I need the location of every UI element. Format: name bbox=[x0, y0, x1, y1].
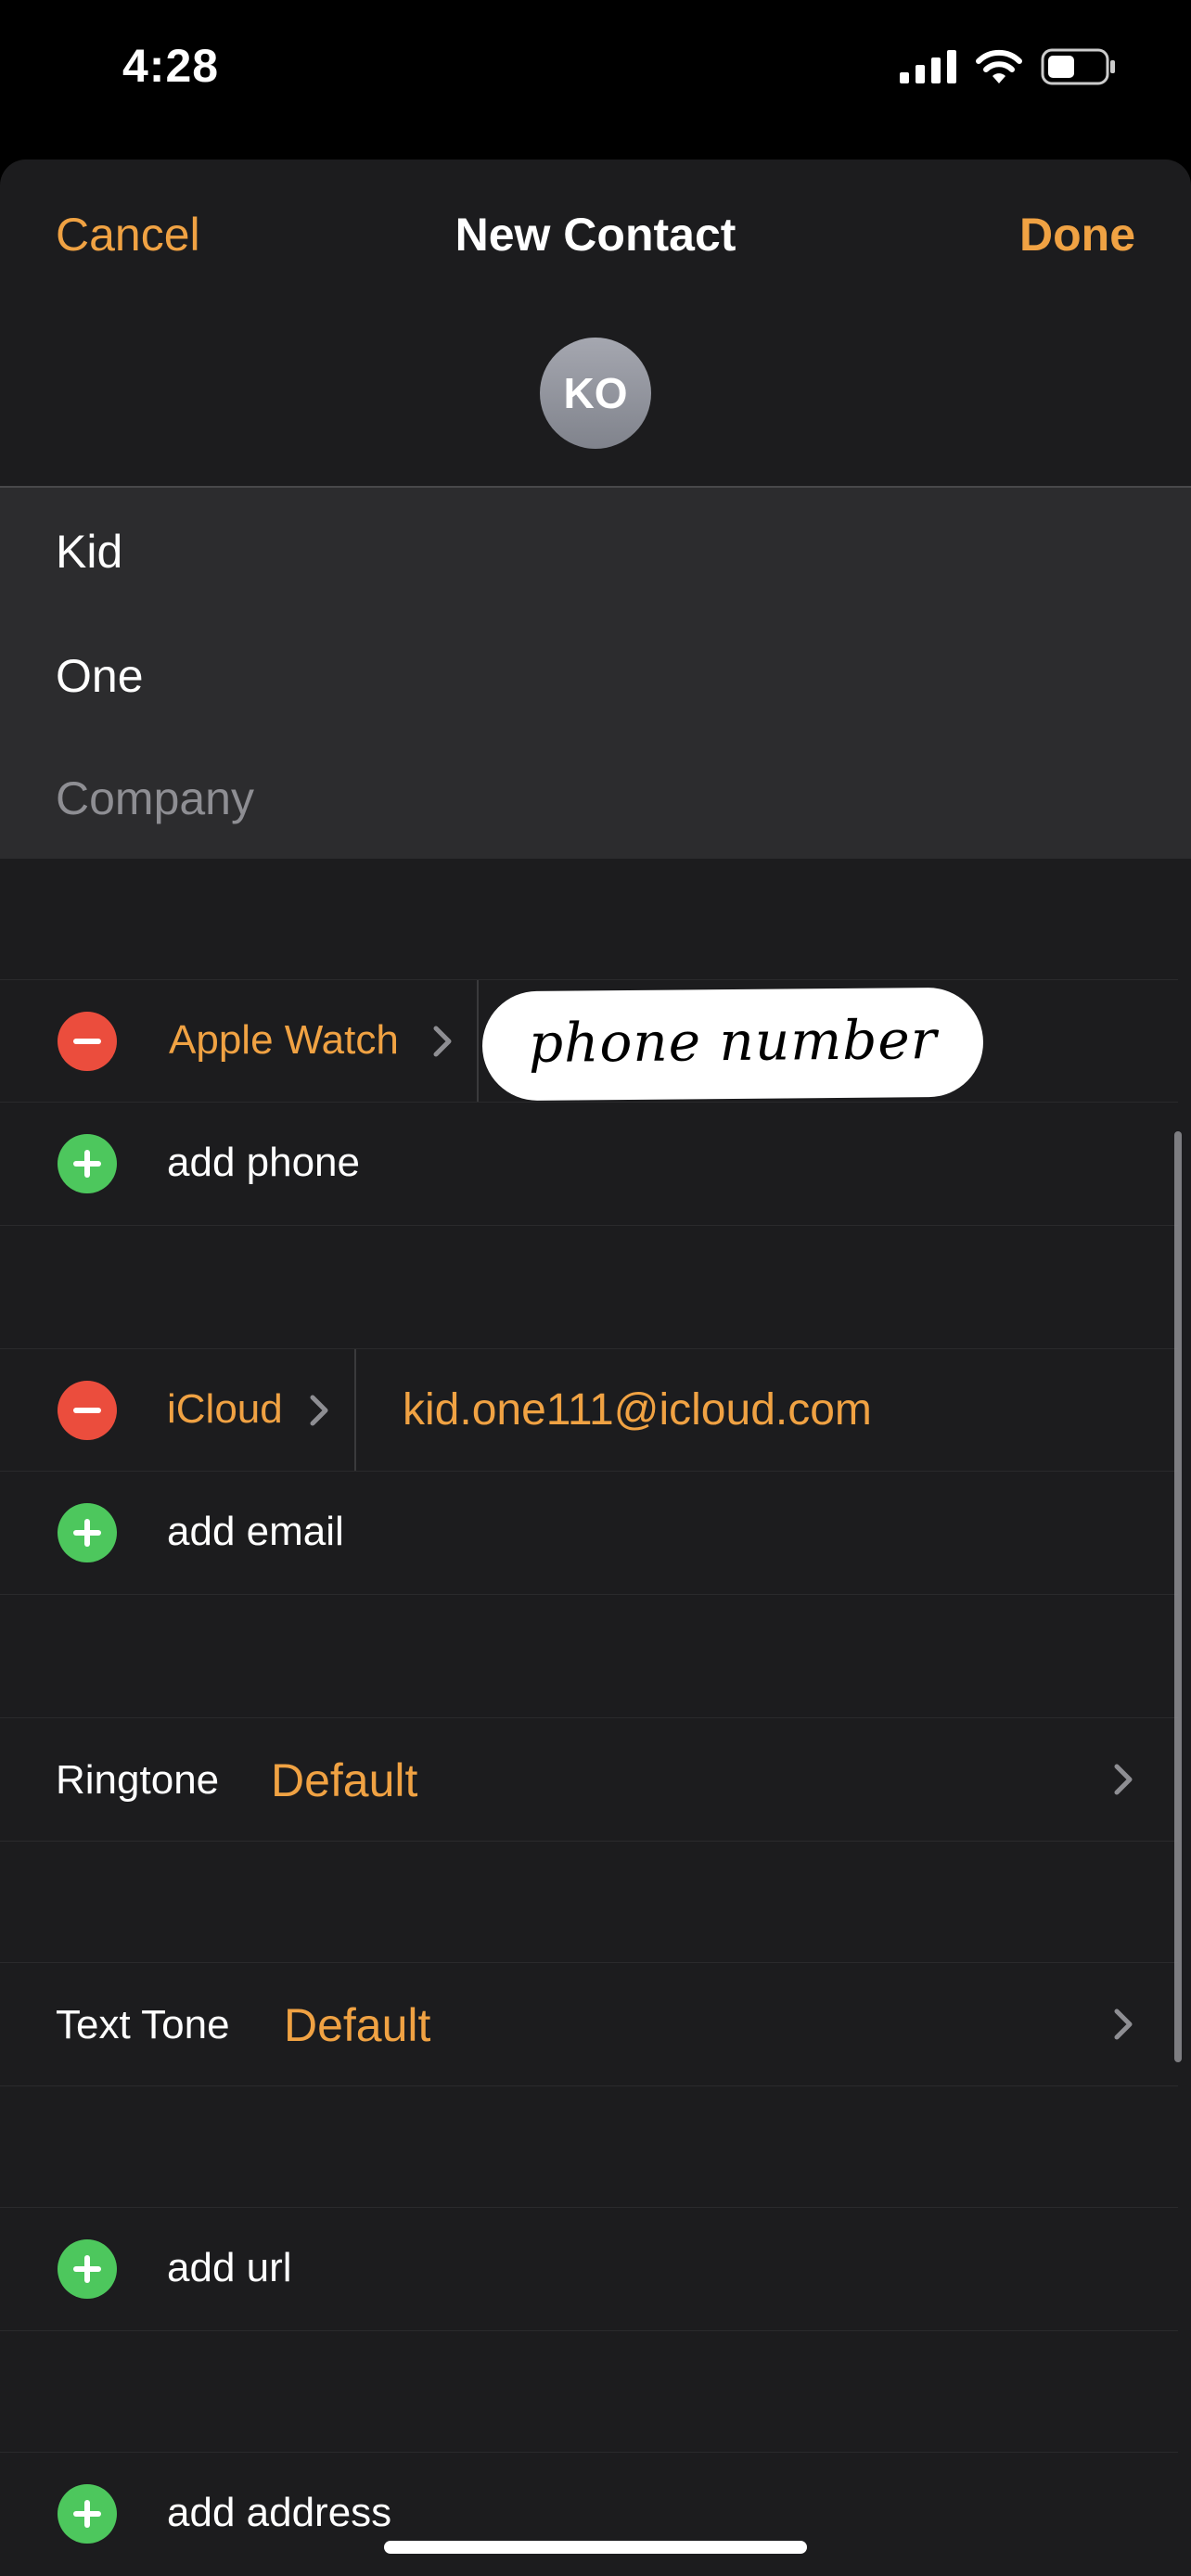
done-button[interactable]: Done bbox=[1019, 208, 1135, 261]
first-name-field[interactable]: Kid bbox=[56, 525, 122, 579]
field-divider bbox=[354, 1349, 356, 1472]
ringtone-label: Ringtone bbox=[56, 1757, 220, 1803]
email-row: iCloud kid.one111@icloud.com bbox=[0, 1348, 1178, 1472]
add-address-row[interactable]: add address bbox=[0, 2452, 1178, 2575]
cellular-signal-icon bbox=[900, 50, 956, 83]
add-email-plus-icon[interactable] bbox=[58, 1503, 117, 1562]
company-field[interactable]: Company bbox=[56, 772, 254, 825]
text-tone-value: Default bbox=[284, 1999, 431, 2051]
redaction-handwriting: phone number bbox=[528, 1008, 938, 1075]
ringtone-value: Default bbox=[271, 1754, 418, 1806]
add-phone-row[interactable]: add phone bbox=[0, 1102, 1178, 1226]
chevron-right-icon bbox=[1114, 2009, 1133, 2040]
add-address-label: add address bbox=[167, 2490, 392, 2535]
add-url-plus-icon[interactable] bbox=[58, 2239, 117, 2299]
add-address-plus-icon[interactable] bbox=[58, 2484, 117, 2544]
last-name-field[interactable]: One bbox=[56, 649, 144, 703]
add-url-row[interactable]: add url bbox=[0, 2207, 1178, 2331]
add-email-label: add email bbox=[167, 1509, 344, 1554]
status-icons bbox=[900, 48, 1117, 85]
scrollbar[interactable] bbox=[1174, 1131, 1182, 2062]
ringtone-row[interactable]: Ringtone Default bbox=[0, 1717, 1178, 1842]
text-tone-row[interactable]: Text Tone Default bbox=[0, 1962, 1178, 2086]
add-phone-label: add phone bbox=[167, 1140, 360, 1185]
remove-phone-button[interactable] bbox=[58, 1012, 117, 1071]
add-email-row[interactable]: add email bbox=[0, 1471, 1178, 1595]
add-phone-plus-icon[interactable] bbox=[58, 1134, 117, 1193]
add-url-label: add url bbox=[167, 2245, 292, 2290]
chevron-right-icon bbox=[1114, 1764, 1133, 1795]
home-indicator[interactable] bbox=[384, 2541, 807, 2554]
status-time: 4:28 bbox=[122, 40, 220, 92]
navigation-bar: Cancel New Contact Done bbox=[0, 159, 1191, 317]
avatar[interactable]: KO bbox=[540, 338, 651, 449]
text-tone-label: Text Tone bbox=[56, 2002, 230, 2047]
chevron-right-icon bbox=[433, 1026, 452, 1057]
cancel-button[interactable]: Cancel bbox=[56, 208, 200, 261]
battery-icon bbox=[1041, 48, 1115, 85]
phone-label-selector[interactable]: Apple Watch bbox=[169, 1017, 399, 1064]
remove-email-button[interactable] bbox=[58, 1381, 117, 1440]
field-divider bbox=[477, 980, 479, 1103]
wifi-icon bbox=[976, 49, 1022, 83]
email-label-selector[interactable]: iCloud bbox=[167, 1386, 283, 1433]
phone-number-redaction[interactable]: phone number bbox=[481, 987, 984, 1102]
status-bar: 4:28 bbox=[0, 0, 1191, 159]
name-fields: Kid One Company bbox=[0, 486, 1191, 859]
avatar-initials: KO bbox=[563, 369, 628, 417]
new-contact-sheet: Cancel New Contact Done KO Kid One Compa… bbox=[0, 159, 1191, 2576]
email-field[interactable]: kid.one111@icloud.com bbox=[403, 1384, 872, 1435]
chevron-right-icon bbox=[310, 1395, 328, 1426]
phone-row: Apple Watch phone number bbox=[0, 979, 1178, 1103]
